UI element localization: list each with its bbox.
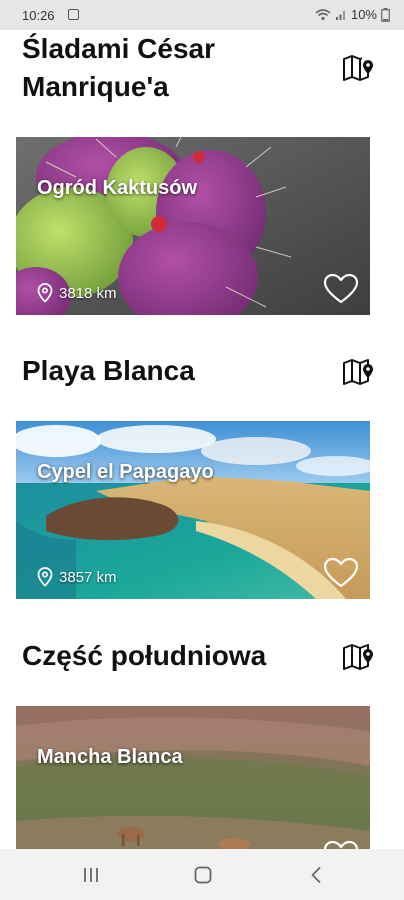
heart-outline-icon[interactable]: [323, 557, 359, 589]
heart-outline-icon[interactable]: [323, 273, 359, 305]
map-pin-icon[interactable]: [341, 356, 375, 386]
place-distance: 3818 km: [37, 283, 117, 303]
notification-icon: [68, 9, 79, 20]
signal-icon: [335, 10, 345, 20]
place-name: Mancha Blanca: [37, 746, 183, 768]
location-pin-icon: [37, 567, 53, 587]
distance-value: 3818 km: [59, 284, 117, 302]
map-pin-icon[interactable]: [341, 641, 375, 671]
battery-percent: 10%: [350, 7, 377, 22]
recent-apps-icon[interactable]: [82, 867, 100, 883]
distance-value: 3857 km: [59, 568, 117, 586]
place-name: Cypel el Papagayo: [37, 461, 214, 483]
place-distance: 3857 km: [37, 567, 117, 587]
section-title: Playa Blanca: [22, 355, 195, 386]
status-indicators: 10%: [315, 7, 390, 22]
status-time: 10:26: [22, 8, 55, 23]
section-title: Część południowa: [22, 640, 267, 671]
place-photo: [16, 706, 370, 849]
place-card[interactable]: Mancha Blanca: [16, 706, 370, 849]
wifi-icon: [315, 8, 331, 20]
heart-outline-icon[interactable]: [323, 840, 359, 849]
battery-icon: [381, 7, 390, 22]
location-pin-icon: [37, 283, 53, 303]
map-pin-icon[interactable]: [341, 52, 375, 82]
back-icon[interactable]: [310, 866, 322, 884]
navigation-bar: [0, 849, 404, 900]
status-bar: 10:26 10%: [0, 0, 404, 30]
home-icon[interactable]: [194, 866, 212, 884]
section-title: Śladami César Manrique'a: [22, 33, 215, 102]
place-card[interactable]: Cypel el Papagayo 3857 km: [16, 421, 370, 599]
place-name: Ogród Kaktusów: [37, 177, 198, 199]
place-card[interactable]: Ogród Kaktusów 3818 km: [16, 137, 370, 315]
